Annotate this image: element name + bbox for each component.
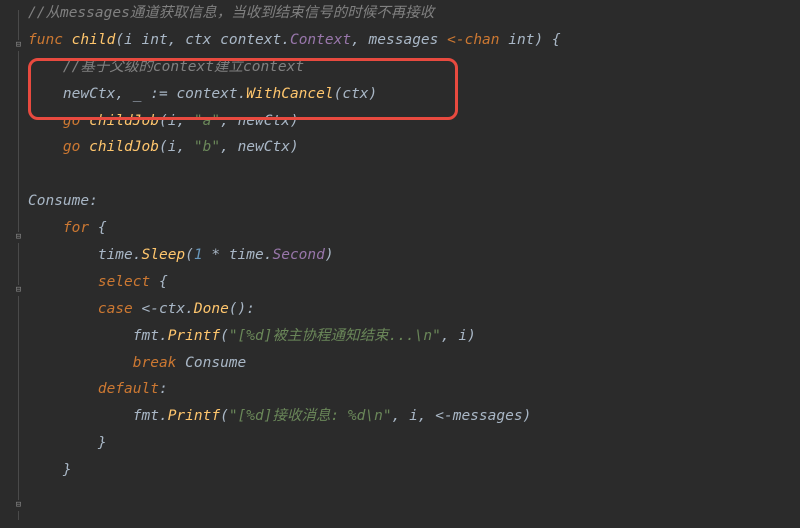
code-line: time.Sleep(1 * time.Second) [28,242,800,269]
code-line: default: [28,376,800,403]
code-line: func child(i int, ctx context.Context, m… [28,27,800,54]
code-line: fmt.Printf("[%d]接收消息: %d\n", i, <-messag… [28,403,800,430]
gutter: ⊟ ⊟ ⊟ ⊟ [0,0,28,528]
code-line: fmt.Printf("[%d]被主协程通知结束...\n", i) [28,323,800,350]
code-editor[interactable]: ⊟ ⊟ ⊟ ⊟ //从messages通道获取信息，当收到结束信号的时候不再接收… [0,0,800,528]
code-line: break Consume [28,350,800,377]
code-line: newCtx, _ := context.WithCancel(ctx) [28,81,800,108]
code-line: go childJob(i, "b", newCtx) [28,134,800,161]
code-line: for { [28,215,800,242]
code-line [28,161,800,188]
code-line: select { [28,269,800,296]
code-line: //基于父级的context建立context [28,54,800,81]
fold-icon[interactable]: ⊟ [13,285,24,296]
code-line: //从messages通道获取信息，当收到结束信号的时候不再接收 [28,0,800,27]
code-line: } [28,457,800,484]
code-line: case <-ctx.Done(): [28,296,800,323]
fold-icon[interactable]: ⊟ [13,232,24,243]
code-line: go childJob(i, "a", newCtx) [28,108,800,135]
fold-icon[interactable]: ⊟ [13,500,24,511]
code-area[interactable]: //从messages通道获取信息，当收到结束信号的时候不再接收 func ch… [28,0,800,528]
fold-icon[interactable]: ⊟ [13,40,24,51]
code-line: } [28,430,800,457]
code-line: Consume: [28,188,800,215]
